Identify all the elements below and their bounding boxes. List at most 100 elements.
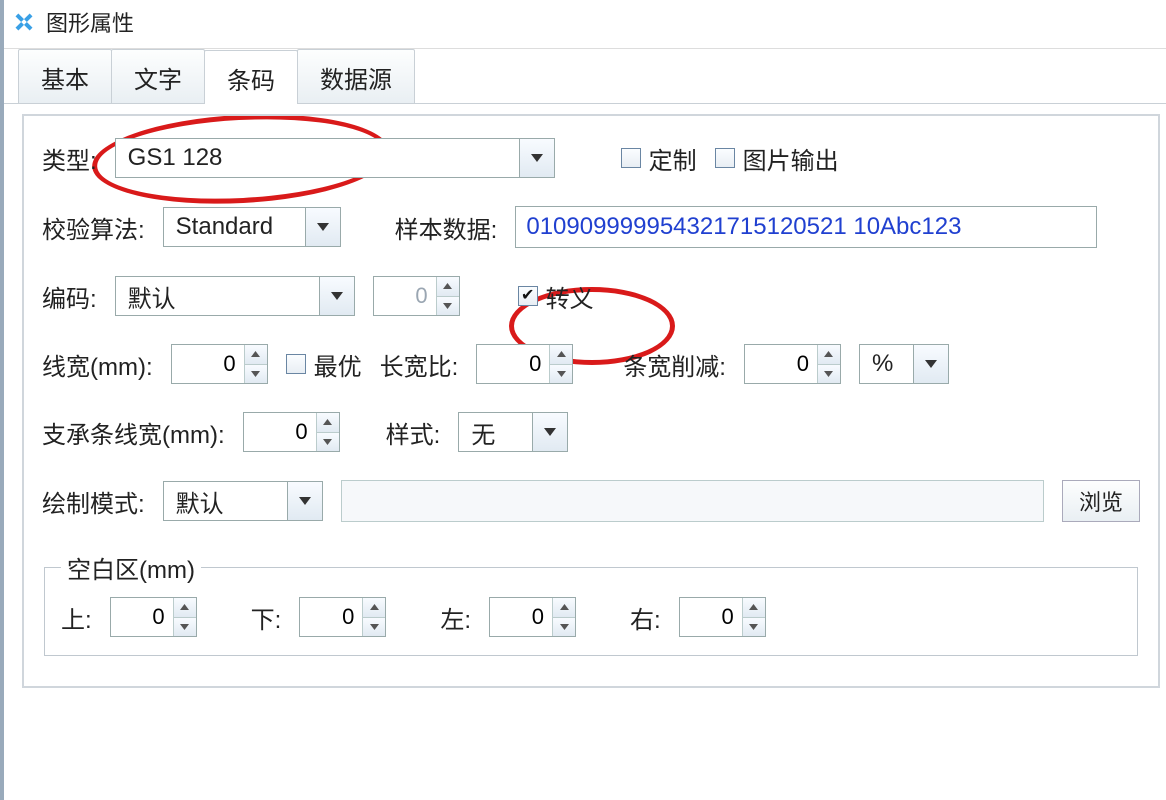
escape-checkbox[interactable]: 转义: [518, 279, 594, 314]
spin-down[interactable]: [437, 296, 459, 316]
linewidth-value: 0: [172, 345, 244, 383]
checkalg-select-value: Standard: [164, 213, 305, 241]
margin-bottom-spin[interactable]: 0: [299, 597, 386, 637]
spin-down[interactable]: [818, 364, 840, 384]
drawmode-path-field[interactable]: [341, 480, 1044, 522]
margin-bottom-value: 0: [300, 598, 362, 636]
margin-left-spin[interactable]: 0: [489, 597, 576, 637]
escape-checkbox-label: 转义: [546, 279, 594, 314]
spin-up[interactable]: [550, 345, 572, 364]
spin-up[interactable]: [174, 598, 196, 617]
chevron-down-icon: [298, 496, 312, 506]
spin-down[interactable]: [743, 617, 765, 637]
spin-down[interactable]: [553, 617, 575, 637]
barreduce-unit-select[interactable]: %: [859, 344, 949, 384]
aspect-label: 长宽比:: [380, 347, 459, 382]
spin-up[interactable]: [743, 598, 765, 617]
spin-up[interactable]: [553, 598, 575, 617]
margins-fieldset: 空白区(mm) 上: 0 下: 0 左: 0: [44, 550, 1138, 656]
title-bar: 图形属性: [4, 0, 1166, 49]
tab-datasource[interactable]: 数据源: [297, 49, 415, 103]
supportwidth-spin[interactable]: 0: [243, 412, 340, 452]
chevron-down-icon: [530, 153, 544, 163]
image-output-checkbox-label: 图片输出: [743, 141, 839, 176]
image-output-checkbox[interactable]: 图片输出: [715, 141, 839, 176]
barreduce-value: 0: [745, 345, 817, 383]
sampledata-value: 010909999954321715120521 10Abc123: [526, 213, 961, 241]
encoding-select[interactable]: 默认: [115, 276, 355, 316]
optimal-checkbox-box: [286, 354, 306, 374]
chevron-down-icon: [924, 359, 938, 369]
type-label: 类型:: [42, 141, 97, 176]
sampledata-label: 样本数据:: [395, 210, 498, 245]
sampledata-field[interactable]: 010909999954321715120521 10Abc123: [515, 206, 1097, 248]
margin-right-label: 右:: [630, 600, 661, 635]
margin-right-spin[interactable]: 0: [679, 597, 766, 637]
margin-bottom-label: 下:: [251, 600, 282, 635]
barcode-panel: 类型: GS1 128 定制 图片输出: [4, 104, 1166, 698]
barreduce-label: 条宽削减:: [623, 347, 726, 382]
type-select[interactable]: GS1 128: [115, 138, 555, 178]
margin-right-value: 0: [680, 598, 742, 636]
app-icon: [12, 10, 36, 34]
margin-top-spin[interactable]: 0: [110, 597, 197, 637]
barcode-properties-window: 图形属性 基本 文字 条码 数据源 类型: GS1 128 定制: [0, 0, 1166, 800]
optimal-checkbox-label: 最优: [314, 347, 362, 382]
encoding-extra-spin[interactable]: 0: [373, 276, 460, 316]
margin-top-label: 上:: [61, 600, 92, 635]
type-select-button[interactable]: [519, 139, 554, 177]
barreduce-unit-button[interactable]: [913, 345, 948, 383]
spin-down[interactable]: [245, 364, 267, 384]
spin-down[interactable]: [174, 617, 196, 637]
spin-up[interactable]: [818, 345, 840, 364]
spin-down[interactable]: [317, 432, 339, 452]
margins-title: 空白区(mm): [61, 550, 201, 585]
style-select-button[interactable]: [532, 413, 567, 451]
row-type: 类型: GS1 128 定制 图片输出: [42, 138, 1140, 178]
row-encoding: 编码: 默认 0 转义: [42, 276, 1140, 316]
encoding-extra-value: 0: [374, 277, 436, 315]
linewidth-spin[interactable]: 0: [171, 344, 268, 384]
row-linewidth: 线宽(mm): 0 最优 长宽比: 0: [42, 344, 1140, 384]
spin-down[interactable]: [550, 364, 572, 384]
style-select[interactable]: 无: [458, 412, 568, 452]
spin-down[interactable]: [363, 617, 385, 637]
escape-checkbox-box: [518, 286, 538, 306]
style-select-value: 无: [459, 415, 532, 450]
supportwidth-value: 0: [244, 413, 316, 451]
chevron-down-icon: [330, 291, 344, 301]
margin-top-value: 0: [111, 598, 173, 636]
custom-checkbox[interactable]: 定制: [621, 141, 697, 176]
encoding-select-button[interactable]: [319, 277, 354, 315]
checkalg-label: 校验算法:: [42, 210, 145, 245]
spin-up[interactable]: [363, 598, 385, 617]
checkalg-select[interactable]: Standard: [163, 207, 341, 247]
spin-up[interactable]: [317, 413, 339, 432]
tab-basic[interactable]: 基本: [18, 49, 112, 103]
chevron-down-icon: [543, 427, 557, 437]
spin-up[interactable]: [437, 277, 459, 296]
row-drawmode: 绘制模式: 默认 浏览: [42, 480, 1140, 522]
row-checkalg: 校验算法: Standard 样本数据: 0109099999543217151…: [42, 206, 1140, 248]
drawmode-select[interactable]: 默认: [163, 481, 323, 521]
image-output-checkbox-box: [715, 148, 735, 168]
encoding-select-value: 默认: [116, 279, 319, 314]
aspect-value: 0: [477, 345, 549, 383]
spin-up[interactable]: [245, 345, 267, 364]
barreduce-unit-value: %: [860, 350, 913, 378]
tab-bar: 基本 文字 条码 数据源: [4, 49, 1166, 104]
browse-button[interactable]: 浏览: [1062, 480, 1140, 522]
encoding-label: 编码:: [42, 279, 97, 314]
chevron-down-icon: [316, 222, 330, 232]
tab-barcode[interactable]: 条码: [204, 50, 298, 104]
aspect-spin[interactable]: 0: [476, 344, 573, 384]
margin-left-value: 0: [490, 598, 552, 636]
optimal-checkbox[interactable]: 最优: [286, 347, 362, 382]
checkalg-select-button[interactable]: [305, 208, 340, 246]
barreduce-spin[interactable]: 0: [744, 344, 841, 384]
drawmode-select-button[interactable]: [287, 482, 322, 520]
row-support: 支承条线宽(mm): 0 样式: 无: [42, 412, 1140, 452]
supportwidth-label: 支承条线宽(mm):: [42, 415, 225, 450]
tab-text[interactable]: 文字: [111, 49, 205, 103]
margin-left-label: 左:: [440, 600, 471, 635]
